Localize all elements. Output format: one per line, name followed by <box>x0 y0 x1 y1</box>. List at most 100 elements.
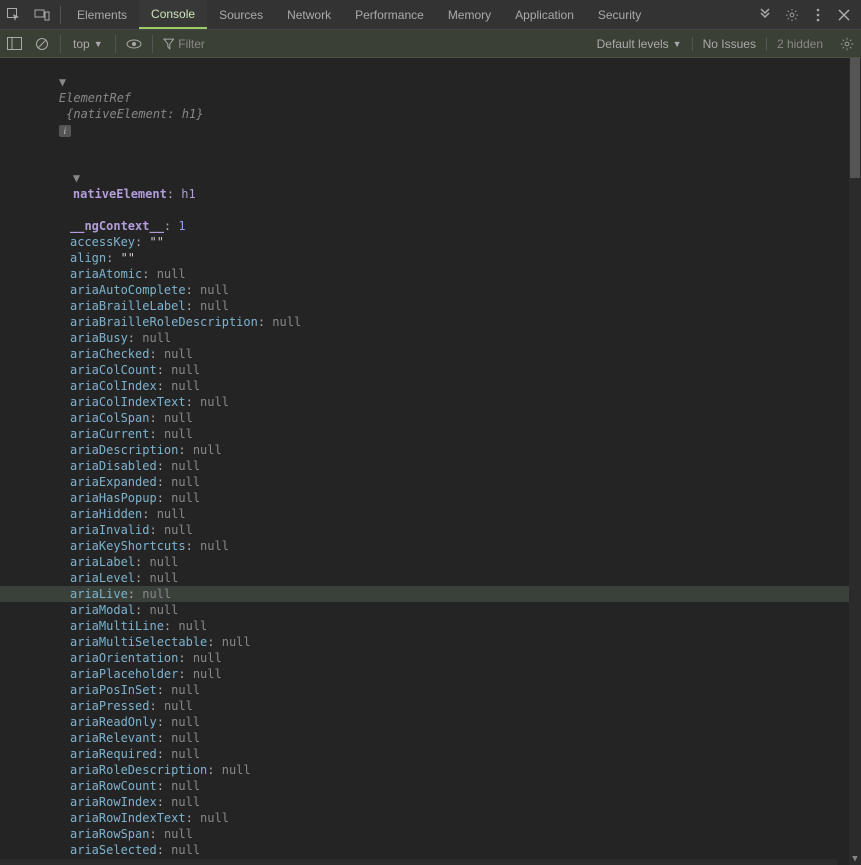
property-row[interactable]: ariaLabel: null <box>0 554 849 570</box>
device-toggle-icon[interactable] <box>28 0 56 30</box>
summary-val: h1 <box>182 107 196 121</box>
property-value: null <box>171 843 200 857</box>
devtools-tabbar: ElementsConsoleSourcesNetworkPerformance… <box>0 0 861 30</box>
property-key: ariaOrientation <box>70 651 178 665</box>
scroll-down-icon[interactable]: ▼ <box>849 854 861 864</box>
tab-security[interactable]: Security <box>586 0 653 29</box>
close-icon[interactable] <box>831 0 857 30</box>
kebab-icon[interactable] <box>805 0 831 30</box>
console-settings-icon[interactable] <box>833 37 861 51</box>
property-row[interactable]: ariaExpanded: null <box>0 474 849 490</box>
sidebar-toggle-icon[interactable] <box>0 31 28 57</box>
property-value: null <box>164 347 193 361</box>
property-row[interactable]: ariaColCount: null <box>0 362 849 378</box>
property-row[interactable]: ariaHidden: null <box>0 506 849 522</box>
property-key: ariaCurrent <box>70 427 149 441</box>
property-row[interactable]: ariaColIndex: null <box>0 378 849 394</box>
issues-button[interactable]: No Issues <box>692 37 767 51</box>
property-row[interactable]: ariaColSpan: null <box>0 410 849 426</box>
chevron-down-icon: ▼ <box>94 39 103 49</box>
property-row[interactable]: ariaPosInSet: null <box>0 682 849 698</box>
more-tabs-icon[interactable] <box>751 0 779 30</box>
gear-icon[interactable] <box>779 0 805 30</box>
property-value: null <box>142 331 171 345</box>
property-key: ariaDisabled <box>70 459 157 473</box>
property-value: null <box>171 379 200 393</box>
tab-performance[interactable]: Performance <box>343 0 436 29</box>
object-root[interactable]: ▼ ElementRef {nativeElement: h1} i <box>0 58 849 154</box>
expand-arrow-icon[interactable]: ▼ <box>73 170 83 186</box>
horizontal-scrollbar[interactable] <box>0 859 837 865</box>
tab-memory[interactable]: Memory <box>436 0 503 29</box>
property-row[interactable]: ariaCurrent: null <box>0 426 849 442</box>
tab-console[interactable]: Console <box>139 0 207 29</box>
property-value: "" <box>121 251 135 265</box>
property-row[interactable]: ariaRowSpan: null <box>0 826 849 842</box>
vertical-scrollbar[interactable]: ▼ <box>849 58 861 865</box>
property-value: null <box>171 683 200 697</box>
filter-input[interactable] <box>174 35 586 53</box>
property-value: null <box>149 555 178 569</box>
property-row[interactable]: ariaKeyShortcuts: null <box>0 538 849 554</box>
property-row[interactable]: ariaPressed: null <box>0 698 849 714</box>
property-key: align <box>70 251 106 265</box>
property-row[interactable]: ariaRequired: null <box>0 746 849 762</box>
property-row[interactable]: ariaBrailleLabel: null <box>0 298 849 314</box>
property-key: ariaRowCount <box>70 779 157 793</box>
tab-sources[interactable]: Sources <box>207 0 275 29</box>
hidden-count[interactable]: 2 hidden <box>767 37 833 51</box>
tab-elements[interactable]: Elements <box>65 0 139 29</box>
property-row[interactable]: accessKey: "" <box>0 234 849 250</box>
property-row[interactable]: ariaInvalid: null <box>0 522 849 538</box>
property-row[interactable]: ariaAtomic: null <box>0 266 849 282</box>
property-row[interactable]: ariaRelevant: null <box>0 730 849 746</box>
property-row[interactable]: __ngContext__: 1 <box>0 218 849 234</box>
property-key: ariaMultiLine <box>70 619 164 633</box>
property-row[interactable]: ariaLive: null <box>0 586 849 602</box>
property-key: ariaBrailleLabel <box>70 299 186 313</box>
property-row[interactable]: ariaChecked: null <box>0 346 849 362</box>
tab-network[interactable]: Network <box>275 0 343 29</box>
property-row[interactable]: ariaLevel: null <box>0 570 849 586</box>
tab-application[interactable]: Application <box>503 0 586 29</box>
divider <box>152 35 153 53</box>
property-value: "" <box>149 235 163 249</box>
property-row[interactable]: ariaRowIndexText: null <box>0 810 849 826</box>
property-row[interactable]: ariaDisabled: null <box>0 458 849 474</box>
property-value: null <box>171 779 200 793</box>
expand-arrow-icon[interactable]: ▼ <box>59 74 69 90</box>
property-row[interactable]: ariaColIndexText: null <box>0 394 849 410</box>
property-key: ariaLabel <box>70 555 135 569</box>
info-icon[interactable]: i <box>59 125 71 137</box>
scrollbar-thumb[interactable] <box>850 58 860 178</box>
property-row[interactable]: ariaReadOnly: null <box>0 714 849 730</box>
property-row[interactable]: ariaMultiSelectable: null <box>0 634 849 650</box>
context-selector[interactable]: top ▼ <box>65 30 111 57</box>
property-row[interactable]: ariaRoleDescription: null <box>0 762 849 778</box>
property-row[interactable]: ariaBrailleRoleDescription: null <box>0 314 849 330</box>
log-levels-selector[interactable]: Default levels ▼ <box>587 37 692 51</box>
property-row[interactable]: ariaModal: null <box>0 602 849 618</box>
property-row[interactable]: align: "" <box>0 250 849 266</box>
property-value: h1 <box>181 187 195 201</box>
property-row[interactable]: ariaDescription: null <box>0 442 849 458</box>
property-row[interactable]: ariaHasPopup: null <box>0 490 849 506</box>
clear-console-icon[interactable] <box>28 31 56 57</box>
property-value: null <box>149 571 178 585</box>
property-row[interactable]: ariaMultiLine: null <box>0 618 849 634</box>
property-key: ariaBusy <box>70 331 128 345</box>
property-key: accessKey <box>70 235 135 249</box>
property-key: ariaColSpan <box>70 411 149 425</box>
property-row[interactable]: ariaBusy: null <box>0 330 849 346</box>
live-expression-icon[interactable] <box>120 31 148 57</box>
property-row[interactable]: ariaAutoComplete: null <box>0 282 849 298</box>
property-row[interactable]: ariaRowCount: null <box>0 778 849 794</box>
property-row[interactable]: ariaSelected: null <box>0 842 849 858</box>
inspect-icon[interactable] <box>0 0 28 30</box>
property-row[interactable]: ariaPlaceholder: null <box>0 666 849 682</box>
property-key: ariaModal <box>70 603 135 617</box>
property-row[interactable]: ariaOrientation: null <box>0 650 849 666</box>
native-element-row[interactable]: ▼ nativeElement: h1 <box>0 154 849 218</box>
property-row[interactable]: ariaRowIndex: null <box>0 794 849 810</box>
property-key: ariaAutoComplete <box>70 283 186 297</box>
